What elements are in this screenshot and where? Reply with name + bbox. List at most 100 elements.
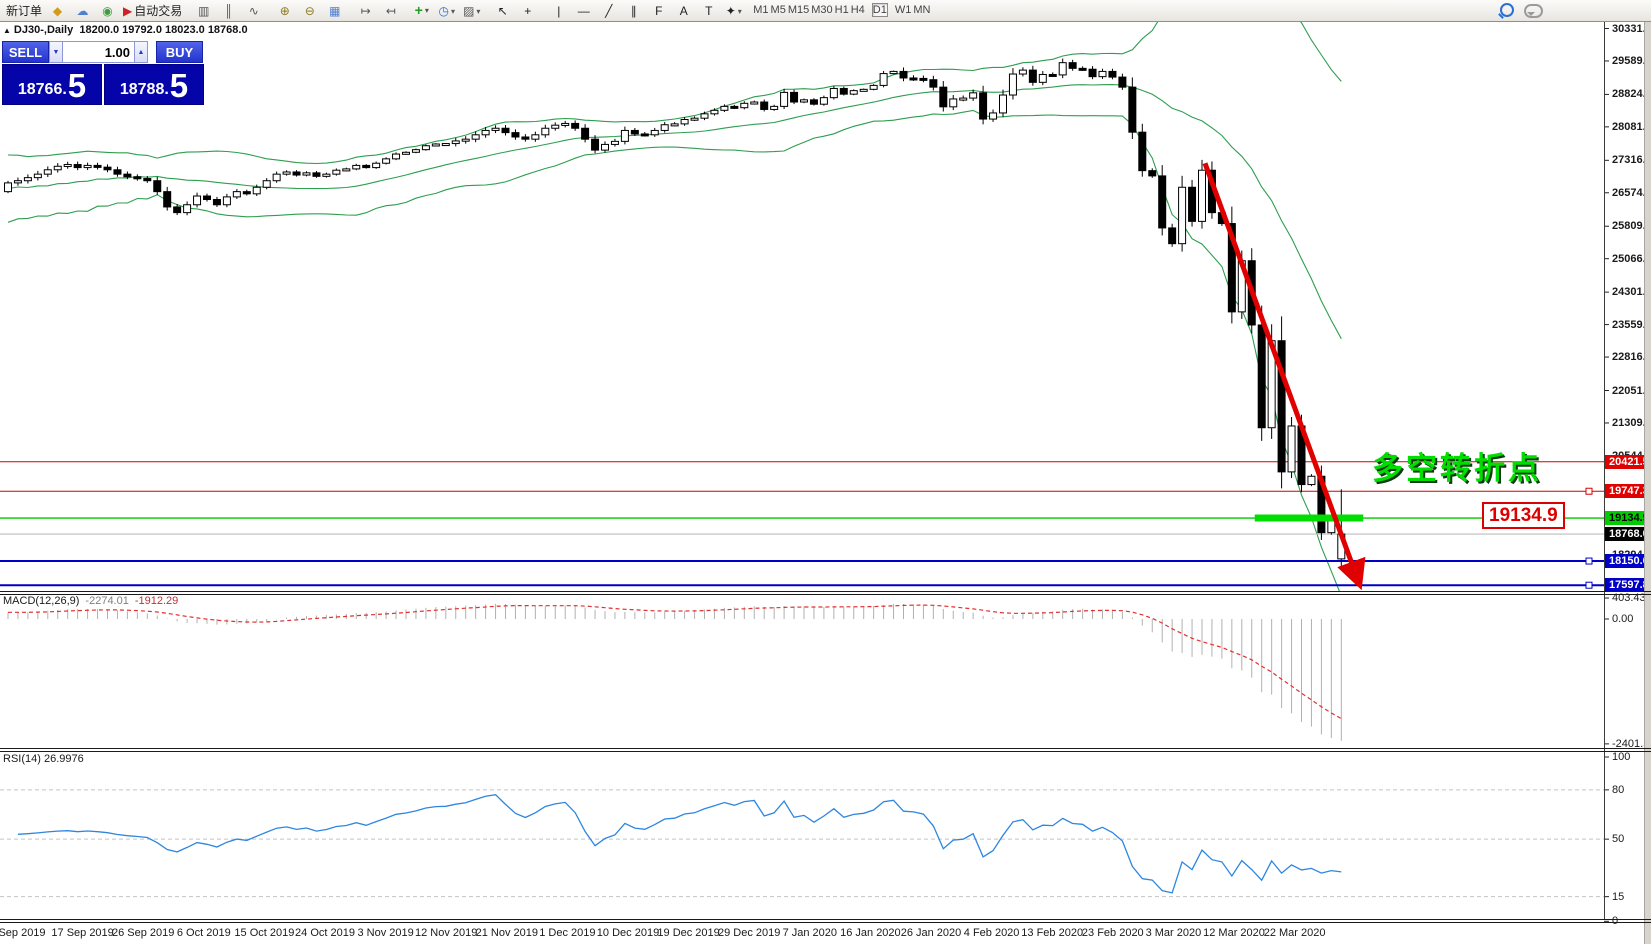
vertical-line-icon[interactable]: | [546, 2, 571, 20]
trendline-icon: ╱ [605, 5, 612, 17]
chart-window-icon[interactable]: ◆ [45, 2, 70, 20]
chat-icon[interactable] [1524, 4, 1543, 18]
bars-chart-icon: ▥ [198, 5, 209, 17]
date-axis-separator [0, 919, 1651, 920]
timeframe-m5[interactable]: M5 [770, 3, 787, 17]
auto-trading-button[interactable]: ▶ 自动交易 [120, 2, 185, 20]
turning-point-annotation[interactable]: 多空转折点 [1372, 443, 1542, 488]
date-label: 15 Oct 2019 [234, 927, 294, 939]
date-label: 29 Dec 2019 [718, 927, 780, 939]
hline-handle[interactable] [1586, 558, 1592, 564]
rsi-panel-separator-2[interactable] [0, 751, 1651, 752]
indicators-add-icon[interactable]: +▾ [409, 1, 434, 19]
dropdown-caret-icon: ▾ [451, 7, 455, 16]
horizontal-line-objects[interactable] [0, 462, 1604, 588]
search-icon[interactable] [1500, 3, 1514, 17]
date-label: 26 Jan 2020 [901, 927, 962, 939]
trendline-icon[interactable]: ╱ [596, 2, 621, 20]
volume-down-button[interactable]: ▼ [49, 41, 63, 63]
macd-label-row: MACD(12,26,9)-2274.01-1912.29 [3, 595, 178, 607]
price-axis[interactable]: 30331.529589.028824.028081.527316.526574… [1605, 22, 1645, 919]
date-label: 7 Jan 2020 [783, 927, 837, 939]
axis-tick-label: 0.00 [1612, 613, 1633, 625]
periods-icon[interactable]: ◷▾ [434, 2, 459, 20]
label-icon: T [705, 5, 712, 17]
dropdown-caret-icon: ▾ [738, 7, 742, 16]
community-icon: ☁ [77, 5, 89, 17]
axis-tick-label: 80 [1612, 784, 1624, 796]
timeframe-m1[interactable]: M1 [752, 3, 769, 17]
timeframe-h4[interactable]: H4 [850, 3, 866, 17]
date-label: 1 Dec 2019 [539, 927, 595, 939]
date-label: 17 Sep 2019 [51, 927, 113, 939]
candlestick-series [5, 59, 1345, 567]
buy-button[interactable]: BUY [156, 41, 203, 63]
channel-icon[interactable]: ∥ [621, 2, 646, 20]
rsi-indicator [0, 790, 1604, 897]
candlestick-chart-icon[interactable]: ║ [216, 2, 241, 20]
horizontal-line-icon: — [578, 5, 590, 17]
cursor-icon[interactable]: ↖ [490, 2, 515, 20]
rsi-label-row: RSI(14) 26.9976 [3, 753, 84, 765]
vertical-line-icon: | [557, 5, 560, 17]
timeframe-mn[interactable]: MN [912, 3, 931, 17]
tile-windows-icon: ▦ [329, 5, 340, 17]
dropdown-caret-icon: ▾ [425, 6, 429, 15]
zoom-out-icon[interactable]: ⊖ [297, 2, 322, 20]
line-chart-icon[interactable]: ∿ [241, 2, 266, 20]
crosshair-icon[interactable]: + [515, 2, 540, 20]
zoom-in-icon[interactable]: ⊕ [272, 2, 297, 20]
chart-shift-icon: ↤ [386, 5, 396, 17]
new-order-label: 新订单 [6, 2, 42, 19]
bid-price-display[interactable]: 18766.5 [2, 64, 102, 105]
expander-icon[interactable]: ▲ [3, 26, 11, 35]
hline-handle[interactable] [1586, 582, 1592, 588]
templates-icon: ▨ [463, 5, 474, 17]
horizontal-line-icon[interactable]: — [571, 2, 596, 20]
macd-panel-separator[interactable] [0, 591, 1651, 592]
symbol-name: DJ30-,Daily [14, 24, 73, 36]
fibonacci-icon: F [655, 5, 662, 17]
chart-shift-icon[interactable]: ↤ [378, 2, 403, 20]
community-icon[interactable]: ☁ [70, 2, 95, 20]
macd-value: -2274.01 [85, 595, 128, 607]
arrows-icon: ✦ [726, 5, 736, 17]
axis-tick-label: 50 [1612, 833, 1624, 845]
indicators-add-icon: + [415, 4, 423, 16]
cursor-icon: ↖ [498, 5, 508, 17]
arrows-icon[interactable]: ✦▾ [721, 2, 746, 20]
date-label: 19 Dec 2019 [657, 927, 719, 939]
ask-price-display[interactable]: 18788.5 [104, 64, 204, 105]
date-label: 13 Feb 2020 [1021, 927, 1083, 939]
text-icon: A [680, 5, 688, 17]
rsi-panel-separator[interactable] [0, 748, 1651, 749]
date-label: 3 Nov 2019 [357, 927, 413, 939]
new-order-button[interactable]: 新订单 [1, 2, 45, 20]
macd-panel-separator-2[interactable] [0, 594, 1651, 595]
tile-windows-icon[interactable]: ▦ [322, 2, 347, 20]
support-level-label[interactable]: 19134.9 [1482, 502, 1565, 529]
auto-scroll-icon[interactable]: ↦ [353, 2, 378, 20]
label-icon[interactable]: T [696, 2, 721, 20]
hline-handle[interactable] [1586, 488, 1592, 494]
bars-chart-icon[interactable]: ▥ [191, 2, 216, 20]
fibonacci-icon[interactable]: F [646, 2, 671, 20]
main-toolbar: 新订单 ◆☁◉ ▶ 自动交易 ▥║∿⊕⊖▦↦↤+▾◷▾▨▾↖+|—╱∥FAT✦▾… [0, 0, 1651, 22]
timeframe-h1[interactable]: H1 [834, 3, 850, 17]
date-axis-separator-2 [0, 922, 1651, 923]
date-label: 6 Oct 2019 [177, 927, 231, 939]
periods-icon: ◷ [439, 5, 449, 17]
signals-icon[interactable]: ◉ [95, 2, 120, 20]
dropdown-caret-icon: ▾ [476, 7, 480, 16]
volume-up-button[interactable]: ▲ [134, 41, 148, 63]
timeframe-d1[interactable]: D1 [872, 3, 888, 17]
timeframe-m15[interactable]: M15 [787, 3, 810, 17]
date-label: 12 Mar 2020 [1203, 927, 1265, 939]
sell-button[interactable]: SELL [2, 41, 49, 63]
templates-icon[interactable]: ▨▾ [459, 2, 484, 20]
text-icon[interactable]: A [671, 2, 696, 20]
volume-input[interactable] [63, 41, 134, 63]
rsi-label: RSI(14) [3, 753, 41, 765]
timeframe-m30[interactable]: M30 [810, 3, 833, 17]
timeframe-w1[interactable]: W1 [894, 3, 913, 17]
